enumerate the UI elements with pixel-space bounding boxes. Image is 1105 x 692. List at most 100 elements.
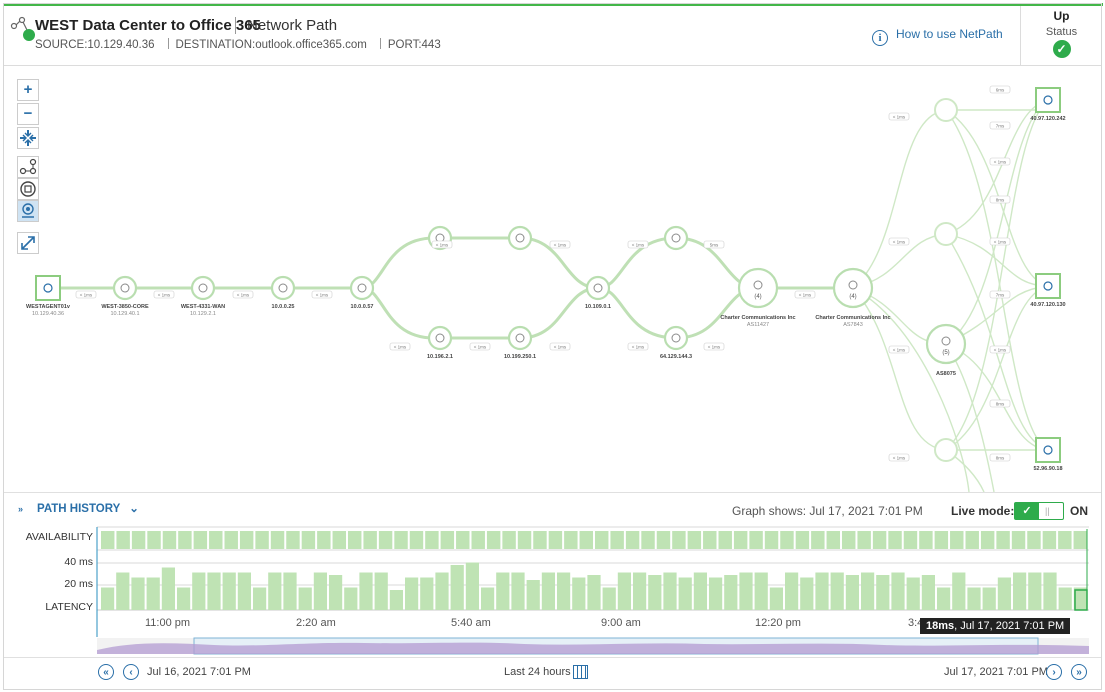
latency-bar[interactable] xyxy=(845,575,859,610)
path-node-n8[interactable] xyxy=(663,225,689,251)
availability-cell[interactable] xyxy=(579,531,593,549)
availability-cell[interactable] xyxy=(687,531,702,549)
latency-bar[interactable] xyxy=(815,572,829,611)
path-node-core[interactable]: WEST-3850-CORE10.129.40.1 xyxy=(101,275,149,317)
availability-cell[interactable] xyxy=(872,531,887,549)
availability-cell[interactable] xyxy=(795,531,810,549)
path-node-n3[interactable] xyxy=(507,225,533,251)
availability-cell[interactable] xyxy=(764,531,779,549)
path-node-n6[interactable]: 10.199.250.1 xyxy=(504,325,536,360)
latency-bar[interactable] xyxy=(268,572,282,611)
availability-cell[interactable] xyxy=(1073,531,1087,549)
latency-bar[interactable] xyxy=(739,572,753,611)
latency-bar[interactable] xyxy=(1058,587,1072,611)
latency-bar[interactable] xyxy=(1043,572,1057,611)
latency-bar[interactable] xyxy=(161,567,175,611)
latency-bar[interactable] xyxy=(526,580,540,610)
availability-cell[interactable] xyxy=(1042,531,1057,549)
latency-bar[interactable] xyxy=(906,577,920,611)
latency-bar[interactable] xyxy=(222,572,236,611)
latency-bar[interactable] xyxy=(541,572,555,611)
path-node-n9[interactable]: 64.129.144.3 xyxy=(660,325,692,360)
availability-cell[interactable] xyxy=(934,531,949,549)
latency-bar[interactable] xyxy=(389,590,403,610)
latency-bar[interactable] xyxy=(146,577,160,611)
how-to-link[interactable]: i How to use NetPath xyxy=(872,27,1003,46)
path-hop[interactable] xyxy=(934,222,958,246)
path-node-c1[interactable]: (4) Charter Communications IncAS11427 xyxy=(720,267,796,328)
latency-bar[interactable] xyxy=(313,572,327,611)
path-node-n5[interactable]: 10.196.2.1 xyxy=(427,325,453,360)
latency-bar[interactable] xyxy=(557,572,571,611)
availability-cell[interactable] xyxy=(317,531,331,549)
availability-cell[interactable] xyxy=(610,531,624,549)
latency-bar[interactable] xyxy=(435,572,449,611)
availability-cell[interactable] xyxy=(471,531,485,549)
path-hop[interactable] xyxy=(934,438,958,462)
latency-bar[interactable] xyxy=(450,565,464,610)
availability-cell[interactable] xyxy=(749,531,763,549)
availability-cell[interactable] xyxy=(965,531,979,549)
availability-cell[interactable] xyxy=(641,531,655,549)
availability-cell[interactable] xyxy=(409,531,424,549)
latency-bar[interactable] xyxy=(997,577,1011,611)
availability-cell[interactable] xyxy=(903,531,918,549)
latency-bar[interactable] xyxy=(724,575,738,610)
latency-bar[interactable] xyxy=(921,575,935,610)
availability-cell[interactable] xyxy=(363,531,377,549)
availability-cell[interactable] xyxy=(625,531,640,549)
availability-cell[interactable] xyxy=(811,531,825,549)
latency-bar[interactable] xyxy=(602,587,616,611)
availability-cell[interactable] xyxy=(857,531,871,549)
latency-bar[interactable] xyxy=(678,577,692,611)
latency-bar[interactable] xyxy=(800,577,814,611)
latency-bar[interactable] xyxy=(982,587,996,611)
path-node-n7[interactable]: 10.109.0.1 xyxy=(585,275,611,310)
availability-cell[interactable] xyxy=(239,531,254,549)
latency-bar[interactable] xyxy=(237,572,251,611)
latency-bar[interactable] xyxy=(344,587,358,611)
latency-bar[interactable] xyxy=(876,575,890,610)
availability-cell[interactable] xyxy=(919,531,933,549)
latency-bar[interactable] xyxy=(830,572,844,611)
availability-cell[interactable] xyxy=(996,531,1010,549)
availability-cell[interactable] xyxy=(656,531,671,549)
calendar-icon[interactable] xyxy=(573,665,588,679)
latency-bar[interactable] xyxy=(937,587,951,611)
latency-bar[interactable] xyxy=(754,572,768,611)
path-node-agent[interactable]: WESTAGENT01v10.129.40.36 xyxy=(26,275,71,317)
availability-cell[interactable] xyxy=(286,531,300,549)
latency-bar[interactable] xyxy=(131,577,145,611)
availability-cell[interactable] xyxy=(193,531,208,549)
latency-bar[interactable] xyxy=(298,587,312,611)
availability-cell[interactable] xyxy=(733,531,748,549)
availability-cell[interactable] xyxy=(440,531,455,549)
jump-start-button[interactable]: « xyxy=(98,664,114,680)
availability-cell[interactable] xyxy=(348,531,362,549)
availability-cell[interactable] xyxy=(595,531,609,549)
latency-bar[interactable] xyxy=(693,572,707,611)
latency-bar[interactable] xyxy=(116,572,130,611)
latency-bar[interactable] xyxy=(177,587,191,611)
availability-cell[interactable] xyxy=(502,531,516,549)
latency-bar[interactable] xyxy=(648,575,662,610)
availability-cell[interactable] xyxy=(533,531,547,549)
availability-cell[interactable] xyxy=(116,531,130,549)
availability-cell[interactable] xyxy=(486,531,501,549)
path-hop[interactable] xyxy=(934,98,958,122)
latency-bar[interactable] xyxy=(952,572,966,611)
latency-bar[interactable] xyxy=(572,577,586,611)
latency-bar[interactable] xyxy=(861,572,875,611)
path-node-n1[interactable]: 10.0.0.25 xyxy=(270,275,296,310)
latency-bar[interactable] xyxy=(891,572,905,611)
path-node-n2[interactable]: 10.0.0.57 xyxy=(349,275,375,310)
availability-cell[interactable] xyxy=(1058,531,1072,549)
availability-cell[interactable] xyxy=(548,531,563,549)
latency-bar[interactable] xyxy=(253,587,267,611)
previous-button[interactable]: ‹ xyxy=(123,664,139,680)
path-node-d1[interactable]: 40.97.120.242 xyxy=(1030,87,1066,122)
availability-cell[interactable] xyxy=(255,531,269,549)
latency-bar[interactable] xyxy=(481,587,495,611)
availability-cell[interactable] xyxy=(950,531,964,549)
availability-cell[interactable] xyxy=(209,531,223,549)
